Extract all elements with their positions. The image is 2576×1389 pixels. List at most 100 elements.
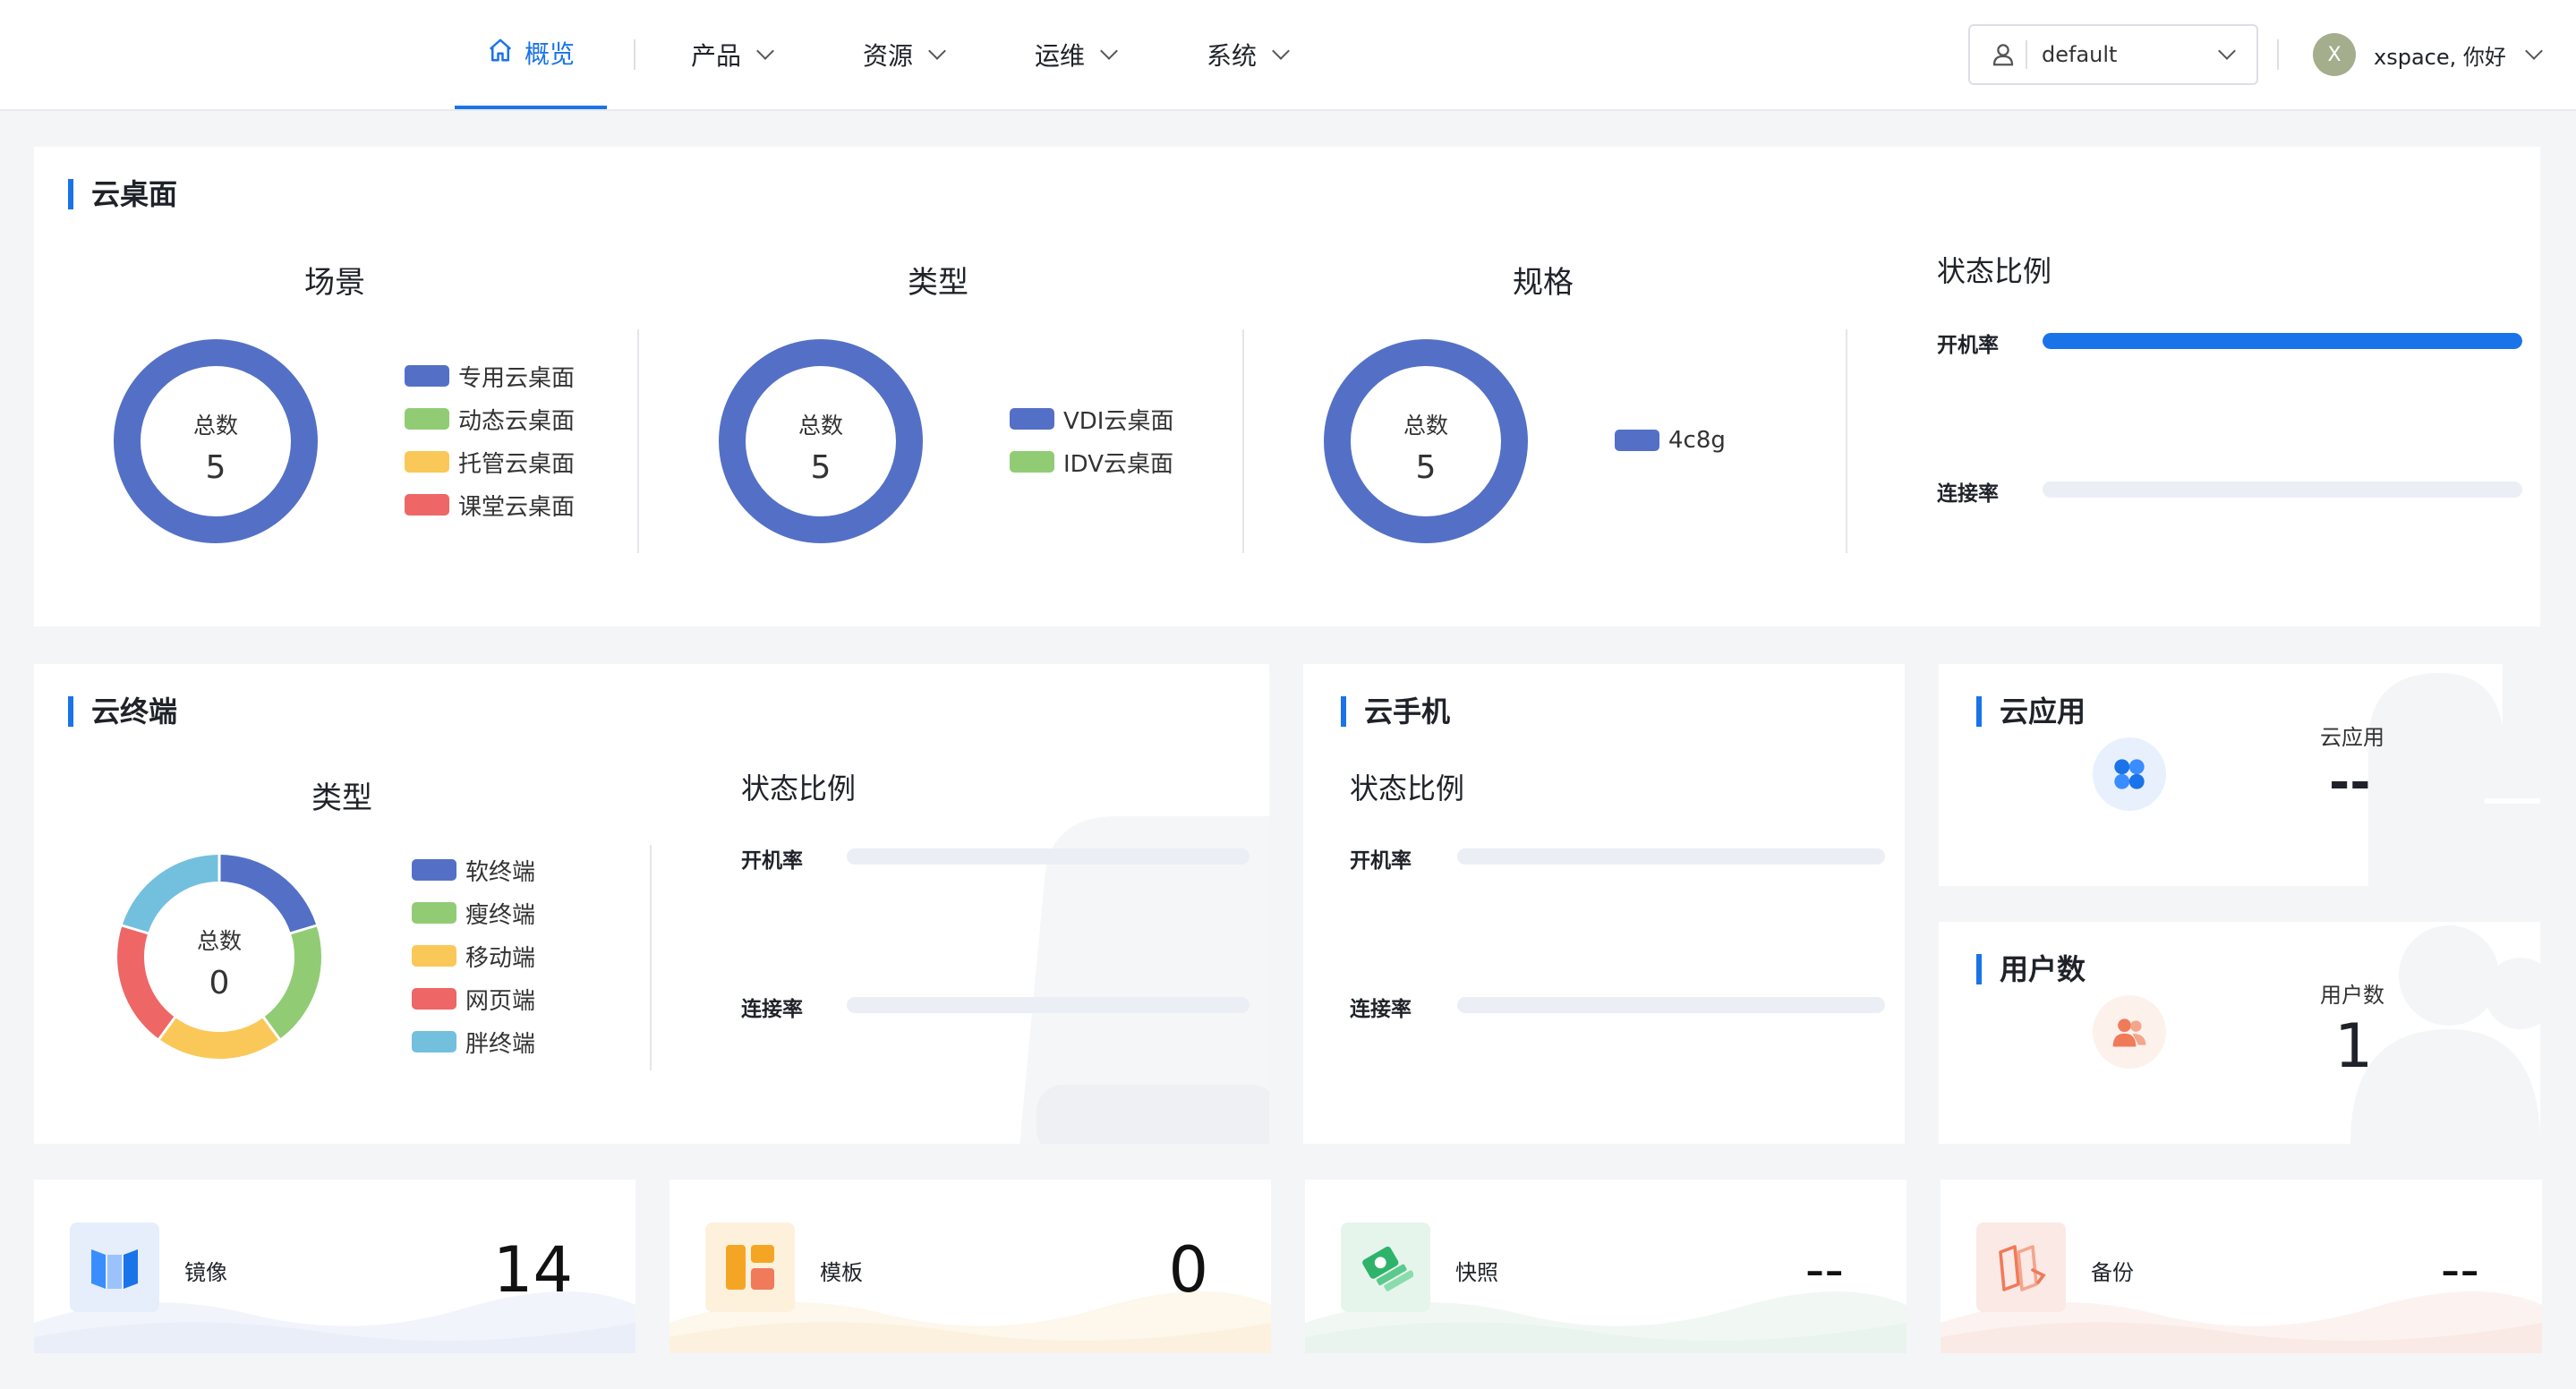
legend-label: 网页端 [465,987,536,1015]
scene-legend: 专用云桌面 动态云桌面 托管云桌面 课堂云桌面 [405,354,575,526]
card-title: 云手机 [1341,696,1450,727]
legend-item[interactable]: 专用云桌面 [405,354,575,397]
legend-label: IDV云桌面 [1063,450,1174,478]
legend-swatch [412,945,456,967]
resource-value: -- [2440,1239,2479,1301]
legend-swatch [412,1031,456,1052]
spec-legend: 4c8g [1615,419,1726,462]
users-stat-value: 1 [2334,1011,2374,1082]
connect-rate-label: 连接率 [1350,998,1412,1021]
cloud-desktop-card: 云桌面 场景 总数 5 专用云桌面 动态云桌面 托管云桌面 课堂云桌面 类型 总… [34,147,2540,626]
nav-tab-label: 系统 [1207,41,1258,71]
legend-item[interactable]: 胖终端 [412,1020,535,1063]
connect-rate-label: 连接率 [741,998,803,1021]
nav-divider [2277,39,2279,70]
nav-tab-system[interactable]: 系统 [1207,0,1290,109]
nav-tab-resources[interactable]: 资源 [863,0,946,109]
resource-label: 备份 [2091,1260,2134,1285]
section-divider [637,329,639,553]
resource-value: 0 [1168,1233,1208,1307]
namespace-select[interactable]: default [1968,24,2258,85]
resource-card-snapshot[interactable]: 快照 -- [1305,1180,1906,1353]
nav-tab-label: 概览 [525,39,576,69]
legend-swatch [1615,430,1659,451]
total-label: 总数 [1403,413,1448,439]
image-icon [70,1223,159,1312]
legend-label: 移动端 [465,944,536,972]
total-value: 5 [1415,449,1437,486]
spec-donut-center: 总数 5 [1323,408,1529,486]
legend-label: 动态云桌面 [458,407,576,435]
power-on-rate-label: 开机率 [741,849,803,873]
legend-swatch [412,859,456,881]
resource-label: 模板 [820,1260,863,1285]
chevron-down-icon [2524,42,2543,60]
power-on-rate-fill [2043,333,2522,349]
status-title: 状态比例 [1350,771,1465,805]
legend-item[interactable]: VDI云桌面 [1010,397,1173,440]
legend-item[interactable]: 托管云桌面 [405,440,575,483]
legend-item[interactable]: IDV云桌面 [1010,440,1173,483]
cloud-phone-card: 云手机 状态比例 开机率 连接率 [1303,664,1905,1144]
legend-label: VDI云桌面 [1063,407,1174,435]
legend-item[interactable]: 移动端 [412,934,535,977]
users-card: 用户数 用户数 1 [1939,922,2540,1144]
legend-item[interactable]: 网页端 [412,977,535,1020]
power-on-rate-label: 开机率 [1937,334,1999,357]
legend-item[interactable]: 动态云桌面 [405,397,575,440]
apps-stat-value: -- [2329,754,2371,812]
nav-tab-operations[interactable]: 运维 [1035,0,1118,109]
template-icon [705,1223,795,1312]
snapshot-icon [1341,1223,1430,1312]
user-menu[interactable]: X xspace, 你好 [2313,32,2543,77]
legend-swatch [405,494,449,516]
resource-card-backup[interactable]: 备份 -- [1941,1180,2542,1353]
section-divider [650,845,652,1070]
total-label: 总数 [196,928,242,954]
resource-label: 镜像 [184,1260,227,1285]
chevron-down-icon [756,42,774,60]
backup-icon [1976,1223,2066,1312]
connect-rate-bar [2043,481,2522,498]
section-divider [1846,329,1847,553]
avatar: X [2313,33,2356,76]
cloud-apps-card: 云应用 云应用 -- [1939,664,2540,886]
resource-card-template[interactable]: 模板 0 [670,1180,1271,1353]
resource-value: -- [1804,1239,1844,1301]
legend-label: 软终端 [465,858,536,886]
legend-item[interactable]: 瘦终端 [412,891,535,934]
resource-card-image[interactable]: 镜像 14 [34,1180,635,1353]
nav-divider [634,39,635,70]
power-on-rate-label: 开机率 [1350,849,1412,873]
total-label: 总数 [192,413,238,439]
chevron-down-icon [1272,42,1290,60]
nav-tab-products[interactable]: 产品 [691,0,774,109]
power-on-rate-bar [1457,848,1885,865]
legend-label: 胖终端 [465,1030,536,1058]
cloud-terminal-card: 云终端 类型 总数 0 软终端 瘦终端 移动端 网页端 胖终端 状态比例 开机率… [34,664,1269,1144]
legend-swatch [412,988,456,1010]
nav-tab-overview[interactable]: 概览 [455,0,608,109]
nav-tab-label: 资源 [863,41,914,71]
legend-swatch [1010,451,1054,473]
users-icon [2093,995,2166,1069]
terminal-legend: 软终端 瘦终端 移动端 网页端 胖终端 [412,848,535,1063]
total-value: 0 [209,965,230,1001]
total-label: 总数 [798,413,843,439]
card-title: 用户数 [1976,954,2086,984]
decorative-background [2368,664,2540,886]
card-title: 云桌面 [68,179,177,209]
legend-label: 托管云桌面 [458,450,576,478]
total-value: 5 [205,449,226,486]
chevron-down-icon [1100,42,1118,60]
connect-rate-label: 连接率 [1937,482,1999,506]
chevron-down-icon [2218,42,2236,60]
type-donut-center: 总数 5 [718,408,924,486]
total-value: 5 [810,449,832,486]
nav-tab-label: 运维 [1035,41,1086,71]
resource-value: 14 [492,1233,573,1307]
terminal-type-title: 类型 [311,780,372,816]
legend-item[interactable]: 课堂云桌面 [405,483,575,526]
legend-item[interactable]: 软终端 [412,848,535,891]
legend-item[interactable]: 4c8g [1615,419,1726,462]
